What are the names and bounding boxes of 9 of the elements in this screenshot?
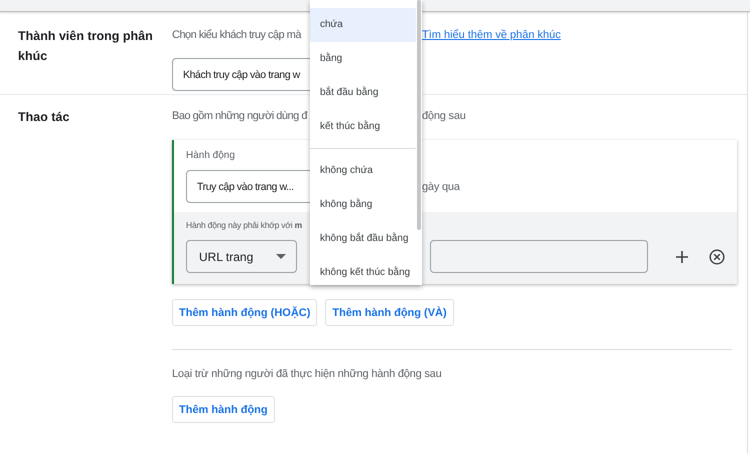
section-label: Thao tác (17, 109, 70, 126)
description-text: Bao gồm những người dùng đ (172, 110, 308, 122)
field-label: Hành động (186, 150, 236, 161)
match-label: Hành động này phải khớp với m (186, 220, 303, 230)
description-text: Loại trừ những người đã thực hiện những hành động sau (172, 368, 443, 380)
description-text: Chọn kiểu khách truy cập mà (172, 29, 302, 41)
condition-text: gày qua (422, 180, 460, 192)
description-text: động sau (422, 110, 466, 122)
section-label: Thành viên trong phân khúc (17, 28, 154, 65)
